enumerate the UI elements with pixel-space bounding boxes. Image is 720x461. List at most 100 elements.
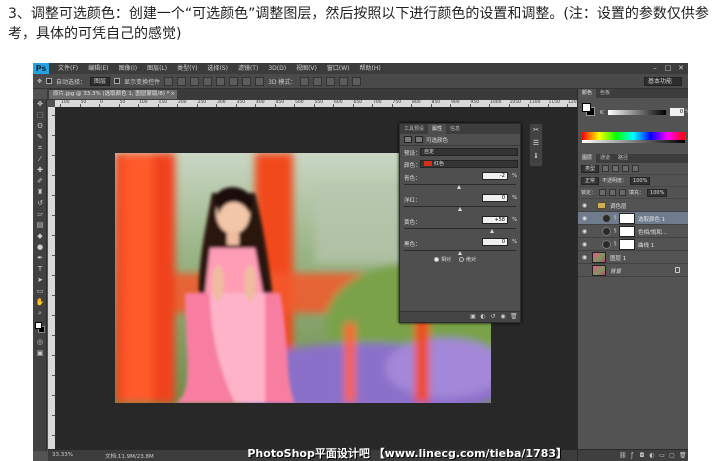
layer-mask-thumb[interactable]: [619, 226, 635, 237]
slider-value-input[interactable]: 0: [482, 194, 508, 202]
auto-select-target[interactable]: 图层: [90, 76, 111, 86]
workspace-select[interactable]: 基本功能: [644, 77, 682, 86]
k-channel-slider[interactable]: [608, 110, 666, 115]
move-icon[interactable]: ✥: [33, 99, 47, 110]
align-top-icon[interactable]: [164, 76, 174, 86]
close-icon[interactable]: ✕: [676, 64, 686, 72]
eraser-icon[interactable]: ▱: [33, 209, 47, 220]
lock-all-icon[interactable]: [619, 189, 627, 196]
new-group-icon[interactable]: ▭: [659, 452, 665, 459]
tab-color[interactable]: 颜色: [578, 89, 597, 98]
align-middle-icon[interactable]: [177, 76, 187, 86]
brush-icon[interactable]: ✐: [33, 176, 47, 187]
add-mask-icon[interactable]: ◘: [639, 452, 645, 459]
roll-3d-icon[interactable]: [313, 76, 323, 86]
eye-icon[interactable]: ◉: [581, 241, 588, 248]
tab-channels[interactable]: 通道: [596, 154, 614, 163]
menu-filter[interactable]: 滤镜(T): [233, 63, 263, 74]
opacity-value[interactable]: 100%: [630, 176, 651, 185]
layer-filter-select[interactable]: 类型: [581, 164, 600, 173]
maximize-icon[interactable]: □: [663, 64, 673, 72]
dodge-icon[interactable]: ●: [33, 242, 47, 253]
eye-hidden-icon[interactable]: [581, 267, 588, 274]
eye-icon[interactable]: ◉: [581, 215, 588, 222]
rotate-3d-icon[interactable]: [300, 76, 310, 86]
eyedropper-icon[interactable]: ⁄: [33, 154, 47, 165]
scale-3d-icon[interactable]: [352, 76, 362, 86]
eye-icon[interactable]: ◉: [581, 254, 588, 261]
eye-icon[interactable]: ◉: [581, 202, 588, 209]
distribute-icon[interactable]: [242, 76, 252, 86]
menu-select[interactable]: 选择(S): [202, 63, 233, 74]
menu-view[interactable]: 视图(V): [291, 63, 322, 74]
fx-icon[interactable]: ƒ: [629, 452, 635, 459]
healing-icon[interactable]: ✚: [33, 165, 47, 176]
align-right-icon[interactable]: [229, 76, 239, 86]
slider-track[interactable]: [404, 228, 516, 229]
stamp-icon[interactable]: ♜: [33, 187, 47, 198]
link-icon[interactable]: §: [614, 215, 617, 222]
align-bottom-icon[interactable]: [190, 76, 200, 86]
link-layers-icon[interactable]: ⛓: [619, 452, 627, 459]
menu-file[interactable]: 文件(F): [53, 63, 83, 74]
lock-pixels-icon[interactable]: [599, 189, 607, 196]
tab-paths[interactable]: 路径: [614, 154, 632, 163]
auto-select-checkbox[interactable]: [46, 78, 53, 84]
info-icon[interactable]: ℹ: [530, 150, 542, 163]
filter-pixel-icon[interactable]: [602, 165, 610, 172]
menu-edit[interactable]: 编辑(E): [83, 63, 113, 74]
layer-row-selective-color[interactable]: ◉ § 选取颜色 1: [578, 212, 688, 225]
layer-row-layer1[interactable]: ◉ 图层 1: [578, 251, 688, 264]
color-spectrum[interactable]: [582, 132, 685, 140]
layer-row-background[interactable]: 背景: [578, 264, 688, 277]
gradient-icon[interactable]: ▤: [33, 220, 47, 231]
tab-layers[interactable]: 图层: [578, 154, 597, 163]
colors-select[interactable]: 红色: [420, 160, 518, 168]
foreground-color-swatch[interactable]: [35, 322, 42, 329]
layer-row-group[interactable]: ◉ 调色层: [578, 199, 688, 212]
clip-layer-icon[interactable]: ▣: [470, 314, 476, 320]
color-swatches[interactable]: [33, 321, 47, 337]
slider-value-input[interactable]: +58: [482, 216, 508, 224]
zoom-icon[interactable]: ⌕: [33, 308, 47, 319]
grayscale-ramp[interactable]: [582, 140, 685, 143]
tools-preset-icon[interactable]: ✂: [530, 124, 542, 137]
filter-type-icon[interactable]: [622, 165, 630, 172]
marquee-icon[interactable]: ⬚: [33, 110, 47, 121]
lock-position-icon[interactable]: [609, 189, 617, 196]
menu-image[interactable]: 图像(I): [114, 63, 142, 74]
history-brush-icon[interactable]: ↺: [33, 198, 47, 209]
relative-radio[interactable]: [434, 256, 439, 262]
delete-layer-icon[interactable]: 🗑: [679, 452, 687, 459]
preset-select[interactable]: 自定: [420, 148, 518, 156]
k-channel-value[interactable]: 0: [670, 108, 684, 116]
layer-row-curves[interactable]: ◉ § 曲线 1: [578, 238, 688, 251]
color-panel-foreground[interactable]: [582, 103, 591, 112]
layer-mask-thumb[interactable]: [619, 239, 635, 250]
type-icon[interactable]: T: [33, 264, 47, 275]
link-icon[interactable]: §: [614, 228, 617, 235]
slider-value-input[interactable]: 0: [482, 238, 508, 246]
document-tab[interactable]: 原片.jpg @ 33.3% (选取颜色 1, 图层蒙版/8) * ×: [49, 90, 177, 99]
align-left-icon[interactable]: [203, 76, 213, 86]
minimize-icon[interactable]: –: [650, 64, 660, 72]
eye-icon[interactable]: ◉: [581, 228, 588, 235]
method-relative[interactable]: 相对: [434, 255, 451, 263]
new-adjustment-icon[interactable]: ◐: [649, 452, 655, 459]
pen-icon[interactable]: ✒: [33, 253, 47, 264]
slider-thumb[interactable]: [456, 185, 461, 189]
trash-icon[interactable]: 🗑: [510, 314, 518, 320]
tab-swatches[interactable]: 色板: [596, 89, 614, 98]
filter-shape-icon[interactable]: [632, 165, 640, 172]
show-transform-checkbox[interactable]: [114, 78, 121, 84]
menu-3d[interactable]: 3D(D): [263, 63, 291, 74]
shape-icon[interactable]: ▭: [33, 286, 47, 297]
properties-icon[interactable]: ☰: [530, 137, 542, 150]
blend-mode-select[interactable]: 正常: [581, 176, 600, 185]
pan-3d-icon[interactable]: [326, 76, 336, 86]
filter-adjust-icon[interactable]: [612, 165, 620, 172]
path-select-icon[interactable]: ➤: [33, 275, 47, 286]
align-center-icon[interactable]: [216, 76, 226, 86]
slider-thumb[interactable]: [490, 229, 495, 233]
reset-icon[interactable]: ↺: [490, 314, 496, 320]
